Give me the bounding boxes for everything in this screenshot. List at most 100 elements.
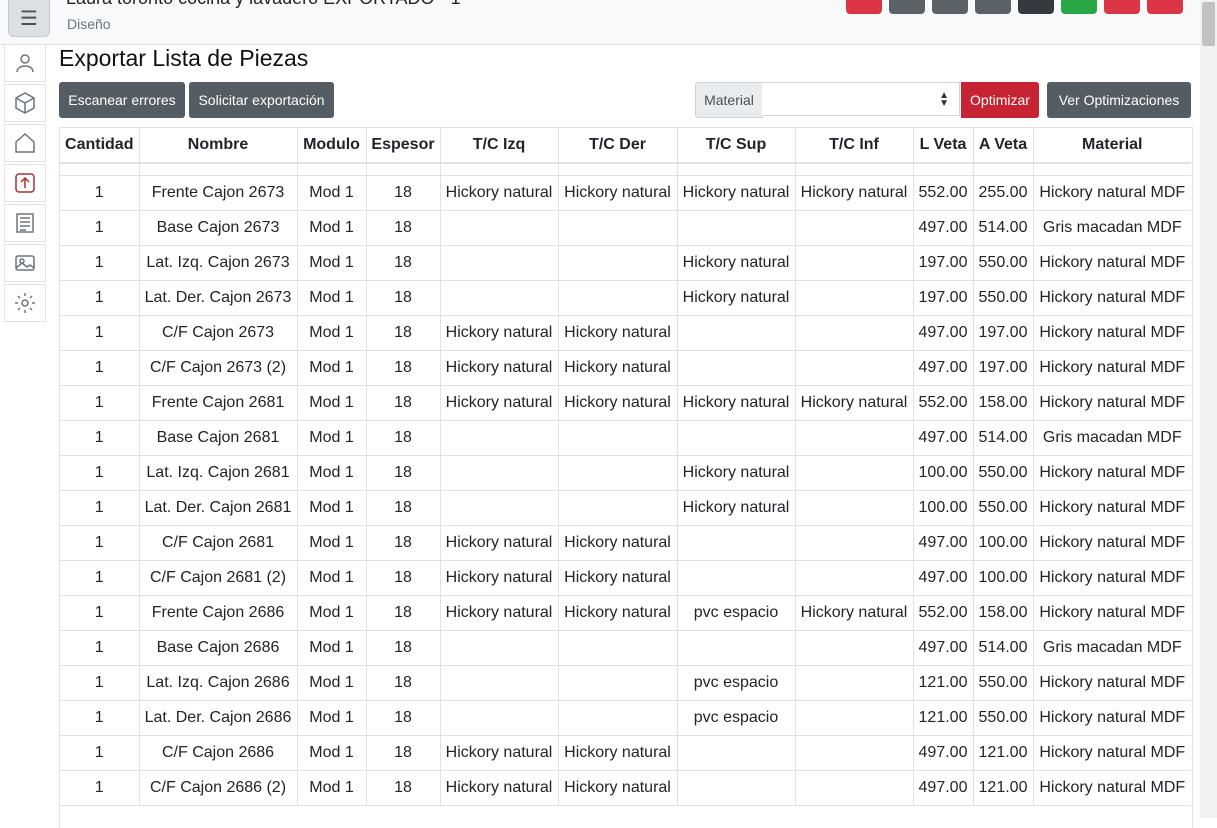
table-cell: C/F Cajon 2673 (2)	[139, 350, 298, 386]
table-cell: 497.00	[913, 315, 974, 351]
sidebar-item-settings[interactable]	[4, 284, 46, 322]
table-row[interactable]: 1 C/F Cajon 2681 (2) Mod 1 18 Hickory natura…	[60, 560, 1191, 596]
table-cell: Gris macadan MDF	[1033, 420, 1191, 456]
table-cell: Lat. Izq. Cajon 2686	[139, 665, 298, 701]
column-header[interactable]: Cantidad	[60, 128, 140, 164]
table-cell: 1	[60, 735, 140, 771]
column-header[interactable]: T/C Izq	[440, 128, 559, 164]
column-header[interactable]: T/C Der	[558, 128, 678, 164]
table-cell: pvc espacio	[677, 665, 796, 701]
table-row[interactable]: 1 C/F Cajon 2686 Mod 1 18 Hickory natural Hic…	[60, 735, 1191, 771]
sidebar-item-export[interactable]	[4, 164, 46, 202]
table-cell: 1	[60, 665, 140, 701]
table-row[interactable]: 1 Lat. Izq. Cajon 2673 Mod 1 18 Hickory natu…	[60, 245, 1191, 281]
table-row[interactable]: 1 Frente Cajon 2681 Mod 1 18 Hickory natural…	[60, 385, 1191, 421]
table-cell: Hickory natural MDF	[1033, 315, 1191, 351]
column-header[interactable]: Material	[1033, 128, 1191, 164]
table-cell: 18	[366, 700, 441, 736]
view-button[interactable]	[1018, 0, 1054, 14]
column-header[interactable]: Espesor	[366, 128, 441, 164]
table-cell: 197.00	[973, 350, 1034, 386]
download-button[interactable]	[975, 0, 1011, 14]
table-cell: 18	[366, 455, 441, 491]
request-export-button[interactable]: Solicitar exportación	[189, 82, 334, 118]
parts-table-container: Cantidad Nombre Modulo Espesor T/C Izq T…	[59, 127, 1193, 828]
table-cell	[795, 350, 914, 386]
column-header[interactable]: Nombre	[139, 128, 298, 164]
table-row[interactable]: 1 Frente Cajon 2673 Mod 1 18 Hickory natural…	[60, 175, 1191, 211]
page-scrollbar[interactable]	[1200, 0, 1217, 818]
column-header[interactable]: Modulo	[297, 128, 367, 164]
table-cell: Hickory natural MDF	[1033, 560, 1191, 596]
sidebar-item-home[interactable]	[4, 124, 46, 162]
column-header[interactable]: T/C Inf	[795, 128, 914, 164]
table-cell: 100.00	[913, 455, 974, 491]
sidebar-item-client[interactable]	[4, 44, 46, 82]
table-row[interactable]: 1 Lat. Izq. Cajon 2681 Mod 1 18 Hickory natu…	[60, 455, 1191, 491]
table-row[interactable]: 1 Base Cajon 2686 Mod 1 18 497.00 514.00 Gris …	[60, 630, 1191, 666]
column-header[interactable]: A Veta	[973, 128, 1034, 164]
scrollbar-thumb[interactable]	[1202, 2, 1215, 46]
table-cell	[558, 630, 678, 666]
table-cell: Hickory natural MDF	[1033, 175, 1191, 211]
page-title: Exportar Lista de Piezas	[59, 45, 309, 71]
table-row[interactable]: 1 C/F Cajon 2673 (2) Mod 1 18 Hickory natura…	[60, 350, 1191, 386]
table-cell: Hickory natural	[558, 560, 678, 596]
table-cell: Hickory natural	[558, 525, 678, 561]
table-cell	[558, 245, 678, 281]
delete-button[interactable]	[846, 0, 882, 14]
table-cell: 18	[366, 350, 441, 386]
table-cell: Mod 1	[297, 210, 367, 246]
save-button[interactable]	[889, 0, 925, 14]
table-cell: Mod 1	[297, 770, 367, 806]
table-cell: Hickory natural	[677, 175, 796, 211]
table-cell: Hickory natural	[558, 385, 678, 421]
sidebar-item-modules[interactable]	[4, 84, 46, 122]
table-row[interactable]: 1 Lat. Der. Cajon 2686 Mod 1 18 pvc espacio 1…	[60, 700, 1191, 736]
column-header[interactable]: T/C Sup	[677, 128, 796, 164]
table-cell	[677, 630, 796, 666]
table-cell: Hickory natural	[558, 315, 678, 351]
table-row[interactable]: 1 C/F Cajon 2681 Mod 1 18 Hickory natural Hic…	[60, 525, 1191, 561]
table-cell	[795, 665, 914, 701]
table-cell: 18	[366, 210, 441, 246]
table-cell: 18	[366, 315, 441, 351]
table-cell: Mod 1	[297, 350, 367, 386]
table-cell	[677, 350, 796, 386]
table-cell	[795, 735, 914, 771]
table-cell: 550.00	[973, 455, 1034, 491]
table-row[interactable]: 1 Lat. Izq. Cajon 2686 Mod 1 18 pvc espacio 1…	[60, 665, 1191, 701]
table-row[interactable]: 1 Frente Cajon 2686 Mod 1 18 Hickory natural…	[60, 595, 1191, 631]
material-select[interactable]: ▲ ▼	[762, 82, 960, 116]
table-row[interactable]: 1 Base Cajon 2673 Mod 1 18 497.00 514.00 Gris …	[60, 210, 1191, 246]
table-row[interactable]: 1 Lat. Der. Cajon 2681 Mod 1 18 Hickory natu…	[60, 490, 1191, 526]
view-optimizations-button[interactable]: Ver Optimizaciones	[1047, 82, 1191, 118]
breadcrumb[interactable]: Diseño	[67, 16, 111, 32]
table-cell	[795, 770, 914, 806]
table-cell	[558, 420, 678, 456]
table-row[interactable]: 1 Base Cajon 2681 Mod 1 18 497.00 514.00 Gris …	[60, 420, 1191, 456]
table-row[interactable]: 1 C/F Cajon 2673 Mod 1 18 Hickory natural Hic…	[60, 315, 1191, 351]
print-button[interactable]	[932, 0, 968, 14]
optimize-button[interactable]: Optimizar	[961, 82, 1039, 118]
document-button[interactable]	[1061, 0, 1097, 14]
column-header[interactable]: L Veta	[913, 128, 974, 164]
table-cell: 18	[366, 770, 441, 806]
table-cell	[677, 315, 796, 351]
table-cell: Mod 1	[297, 665, 367, 701]
table-cell	[795, 455, 914, 491]
select-caret-icon: ▲ ▼	[939, 90, 949, 109]
table-cell: Mod 1	[297, 560, 367, 596]
table-cell	[440, 280, 559, 316]
table-cell	[795, 315, 914, 351]
table-row[interactable]: 1 Lat. Der. Cajon 2673 Mod 1 18 Hickory natu…	[60, 280, 1191, 316]
scan-errors-button[interactable]: Escanear errores	[59, 82, 185, 118]
close-button[interactable]	[1104, 0, 1140, 14]
notifications-button[interactable]	[1147, 0, 1183, 14]
sidebar-item-images[interactable]	[4, 244, 46, 282]
sidebar-item-list[interactable]	[4, 204, 46, 242]
table-row[interactable]: 1 C/F Cajon 2686 (2) Mod 1 18 Hickory natura…	[60, 770, 1191, 806]
menu-toggle-button[interactable]: ☰	[8, 0, 50, 37]
table-cell	[795, 280, 914, 316]
table-cell	[440, 490, 559, 526]
